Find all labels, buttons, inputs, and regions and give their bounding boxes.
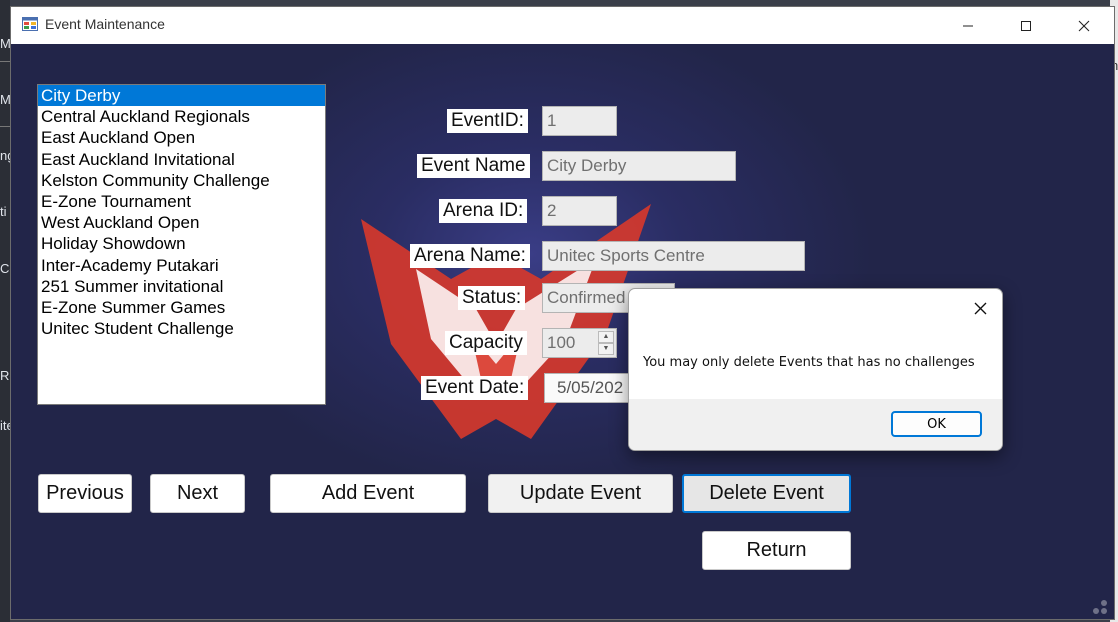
event-name-field[interactable]: City Derby <box>542 151 736 181</box>
background-label: ite <box>0 418 10 433</box>
maximize-button[interactable] <box>997 7 1055 44</box>
events-list: City Derby Central Auckland Regionals East… <box>38 85 325 339</box>
event-list-item[interactable]: East Auckland Invitational <box>38 149 325 170</box>
event-id-field[interactable]: 1 <box>542 106 617 136</box>
capacity-label: Capacity <box>445 331 527 355</box>
event-list-item[interactable]: E-Zone Summer Games <box>38 297 325 318</box>
close-icon <box>1078 20 1090 31</box>
event-list-item[interactable]: Holiday Showdown <box>38 233 325 254</box>
arena-id-label: Arena ID: <box>439 199 528 223</box>
arena-name-field[interactable]: Unitec Sports Centre <box>542 241 805 271</box>
update-event-button[interactable]: Update Event <box>488 474 673 513</box>
background-label: M <box>0 92 10 107</box>
background-label: M <box>0 36 10 51</box>
arena-name-label: Arena Name: <box>410 244 530 268</box>
dialog-footer: OK <box>629 399 1002 450</box>
capacity-spinner[interactable]: ▲ ▼ <box>598 331 614 355</box>
capacity-stepper[interactable]: 100 ▲ ▼ <box>542 328 617 358</box>
event-list-item[interactable]: Kelston Community Challenge <box>38 170 325 191</box>
dialog-message: You may only delete Events that has no c… <box>643 355 975 370</box>
background-divider <box>0 126 10 127</box>
window-title: Event Maintenance <box>45 16 165 32</box>
event-list-item[interactable]: Unitec Student Challenge <box>38 318 325 339</box>
add-event-button[interactable]: Add Event <box>270 474 466 513</box>
background-label: ti <box>0 204 7 219</box>
next-button[interactable]: Next <box>150 474 245 513</box>
event-list-item[interactable]: Inter-Academy Putakari <box>38 255 325 276</box>
event-id-label: EventID: <box>447 109 528 133</box>
event-list-item[interactable]: 251 Summer invitational <box>38 276 325 297</box>
event-list-item[interactable]: West Auckland Open <box>38 212 325 233</box>
background-label: Re <box>0 368 10 383</box>
background-divider <box>0 61 10 62</box>
message-dialog: You may only delete Events that has no c… <box>628 288 1003 451</box>
maximize-icon <box>1021 20 1031 31</box>
delete-event-button[interactable]: Delete Event <box>682 474 851 513</box>
capacity-value: 100 <box>547 333 576 352</box>
background-app-sidebar: M M ng ti Co Re ite <box>0 0 10 622</box>
event-date-label: Event Date: <box>421 376 529 400</box>
ok-button[interactable]: OK <box>891 411 982 437</box>
minimize-button[interactable] <box>939 7 997 44</box>
return-button[interactable]: Return <box>702 531 851 570</box>
resize-grip-icon[interactable] <box>1084 591 1110 617</box>
event-list-item[interactable]: E-Zone Tournament <box>38 191 325 212</box>
close-icon <box>974 302 986 314</box>
events-listbox[interactable]: City Derby Central Auckland Regionals East… <box>37 84 326 405</box>
spin-up-icon[interactable]: ▲ <box>598 331 614 343</box>
background-label: Co <box>0 261 10 276</box>
close-button[interactable] <box>1055 7 1113 44</box>
event-list-item[interactable]: Central Auckland Regionals <box>38 106 325 127</box>
spin-down-icon[interactable]: ▼ <box>598 343 614 355</box>
event-list-item[interactable]: City Derby <box>38 85 325 107</box>
arena-id-field[interactable]: 2 <box>542 196 617 226</box>
status-label: Status: <box>458 286 526 310</box>
background-label: ng <box>0 148 10 163</box>
title-bar[interactable]: Event Maintenance <box>11 7 1114 44</box>
event-list-item[interactable]: East Auckland Open <box>38 127 325 148</box>
previous-button[interactable]: Previous <box>38 474 132 513</box>
event-name-label: Event Name <box>417 154 530 178</box>
dialog-close-button[interactable] <box>967 296 993 320</box>
minimize-icon <box>963 25 973 26</box>
app-form-icon <box>22 17 38 31</box>
